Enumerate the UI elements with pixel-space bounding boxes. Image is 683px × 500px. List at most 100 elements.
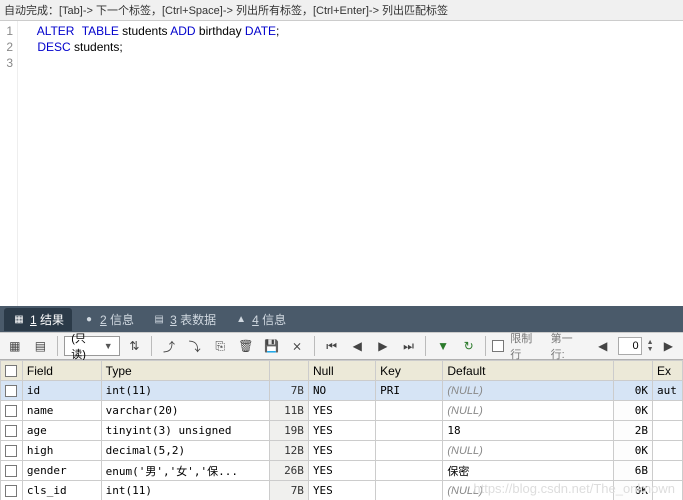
delete-icon[interactable]: 🗑 <box>235 335 257 357</box>
cell[interactable]: 0K <box>614 401 653 421</box>
cell[interactable] <box>653 481 683 500</box>
first-icon[interactable]: ⏮ <box>321 335 343 357</box>
export-icon[interactable]: ⤴ <box>158 335 180 357</box>
col-header[interactable]: Ex <box>653 361 683 381</box>
cell[interactable] <box>653 441 683 461</box>
cell[interactable]: gender <box>22 461 101 481</box>
cell[interactable]: decimal(5,2) <box>101 441 269 461</box>
cell[interactable]: int(11) <box>101 481 269 500</box>
cell[interactable]: 保密 <box>443 461 614 481</box>
cell[interactable]: NO <box>308 381 375 401</box>
next-icon[interactable]: ▶ <box>372 335 394 357</box>
check-all-header[interactable] <box>1 361 23 381</box>
result-grid[interactable]: FieldTypeNullKeyDefaultEx idint(11)7BNOP… <box>0 360 683 500</box>
limit-checkbox[interactable] <box>492 340 504 352</box>
cell[interactable]: (NULL) <box>443 381 614 401</box>
row-checkbox[interactable] <box>5 405 17 417</box>
cell[interactable]: 7B <box>269 481 308 500</box>
last-icon[interactable]: ⏭ <box>398 335 420 357</box>
col-header[interactable] <box>614 361 653 381</box>
cell[interactable]: YES <box>308 481 375 500</box>
refresh-icon[interactable]: ↻ <box>458 335 480 357</box>
readonly-dropdown[interactable]: (只读)▼ <box>64 336 119 356</box>
col-header[interactable]: Null <box>308 361 375 381</box>
cell[interactable]: 6B <box>614 461 653 481</box>
tab-信息[interactable]: ●2 信息 <box>74 308 142 331</box>
copy-icon[interactable]: ⎘ <box>209 335 231 357</box>
cell[interactable]: int(11) <box>101 381 269 401</box>
cell[interactable] <box>376 481 443 500</box>
cell[interactable]: YES <box>308 441 375 461</box>
cell[interactable]: 0K <box>614 441 653 461</box>
cell[interactable]: YES <box>308 401 375 421</box>
table-row[interactable]: cls_idint(11)7BYES (NULL)0K <box>1 481 683 500</box>
cell[interactable]: YES <box>308 421 375 441</box>
cell[interactable] <box>653 421 683 441</box>
result-grid-wrap[interactable]: FieldTypeNullKeyDefaultEx idint(11)7BNOP… <box>0 360 683 500</box>
col-header[interactable]: Key <box>376 361 443 381</box>
cell[interactable]: (NULL) <box>443 441 614 461</box>
cell[interactable]: 19B <box>269 421 308 441</box>
cell[interactable]: 7B <box>269 381 308 401</box>
cell[interactable]: 0K <box>614 481 653 500</box>
code-content[interactable]: ALTER TABLE students ADD birthday DATE; … <box>18 21 683 306</box>
tab-结果[interactable]: ▦1 结果 <box>4 308 72 331</box>
save-icon[interactable]: 💾 <box>261 335 283 357</box>
next-page-icon[interactable]: ▶ <box>658 335 680 357</box>
first-row-input[interactable] <box>618 337 642 355</box>
cancel-icon[interactable]: ⨯ <box>286 335 308 357</box>
cell[interactable]: (NULL) <box>443 401 614 421</box>
cell[interactable]: 0K <box>614 381 653 401</box>
form-view-icon[interactable]: ▤ <box>30 335 52 357</box>
tab-表数据[interactable]: ▤3 表数据 <box>144 308 224 331</box>
cell[interactable]: high <box>22 441 101 461</box>
row-checkbox[interactable] <box>5 465 17 477</box>
result-tabs: ▦1 结果●2 信息▤3 表数据▲4 信息 <box>0 306 683 332</box>
cell[interactable]: tinyint(3) unsigned <box>101 421 269 441</box>
col-header[interactable] <box>269 361 308 381</box>
cell[interactable]: 11B <box>269 401 308 421</box>
prev-page-icon[interactable]: ◀ <box>592 335 614 357</box>
table-row[interactable]: agetinyint(3) unsigned19BYES 182B <box>1 421 683 441</box>
row-spinner[interactable]: ▲▼ <box>647 339 654 353</box>
cell[interactable] <box>376 401 443 421</box>
cell[interactable]: varchar(20) <box>101 401 269 421</box>
table-row[interactable]: namevarchar(20)11BYES (NULL)0K <box>1 401 683 421</box>
cell[interactable]: 26B <box>269 461 308 481</box>
row-checkbox[interactable] <box>5 425 17 437</box>
col-header[interactable]: Type <box>101 361 269 381</box>
table-row[interactable]: genderenum('男','女','保...26BYES 保密6B <box>1 461 683 481</box>
cell[interactable]: PRI <box>376 381 443 401</box>
result-toolbar: ▦ ▤ (只读)▼ ⇅ ⤴ ⤵ ⎘ 🗑 💾 ⨯ ⏮ ◀ ▶ ⏭ ▼ ↻ 限制行 … <box>0 332 683 360</box>
cell[interactable]: 12B <box>269 441 308 461</box>
sort-icon[interactable]: ⇅ <box>124 335 146 357</box>
cell[interactable] <box>376 421 443 441</box>
col-header[interactable]: Default <box>443 361 614 381</box>
import-icon[interactable]: ⤵ <box>184 335 206 357</box>
cell[interactable]: 2B <box>614 421 653 441</box>
cell[interactable]: YES <box>308 461 375 481</box>
row-checkbox[interactable] <box>5 445 17 457</box>
table-row[interactable]: idint(11)7BNOPRI(NULL)0Kaut <box>1 381 683 401</box>
cell[interactable] <box>653 461 683 481</box>
col-header[interactable]: Field <box>22 361 101 381</box>
cell[interactable]: (NULL) <box>443 481 614 500</box>
cell[interactable]: aut <box>653 381 683 401</box>
grid-view-icon[interactable]: ▦ <box>4 335 26 357</box>
cell[interactable]: name <box>22 401 101 421</box>
cell[interactable] <box>376 441 443 461</box>
row-checkbox[interactable] <box>5 485 17 497</box>
cell[interactable]: cls_id <box>22 481 101 500</box>
filter-icon[interactable]: ▼ <box>432 335 454 357</box>
cell[interactable] <box>653 401 683 421</box>
cell[interactable]: id <box>22 381 101 401</box>
sql-editor[interactable]: 1 2 3 ALTER TABLE students ADD birthday … <box>0 21 683 306</box>
tab-信息[interactable]: ▲4 信息 <box>226 308 294 331</box>
cell[interactable] <box>376 461 443 481</box>
table-row[interactable]: highdecimal(5,2)12BYES (NULL)0K <box>1 441 683 461</box>
cell[interactable]: 18 <box>443 421 614 441</box>
row-checkbox[interactable] <box>5 385 17 397</box>
cell[interactable]: age <box>22 421 101 441</box>
cell[interactable]: enum('男','女','保... <box>101 461 269 481</box>
prev-icon[interactable]: ◀ <box>346 335 368 357</box>
